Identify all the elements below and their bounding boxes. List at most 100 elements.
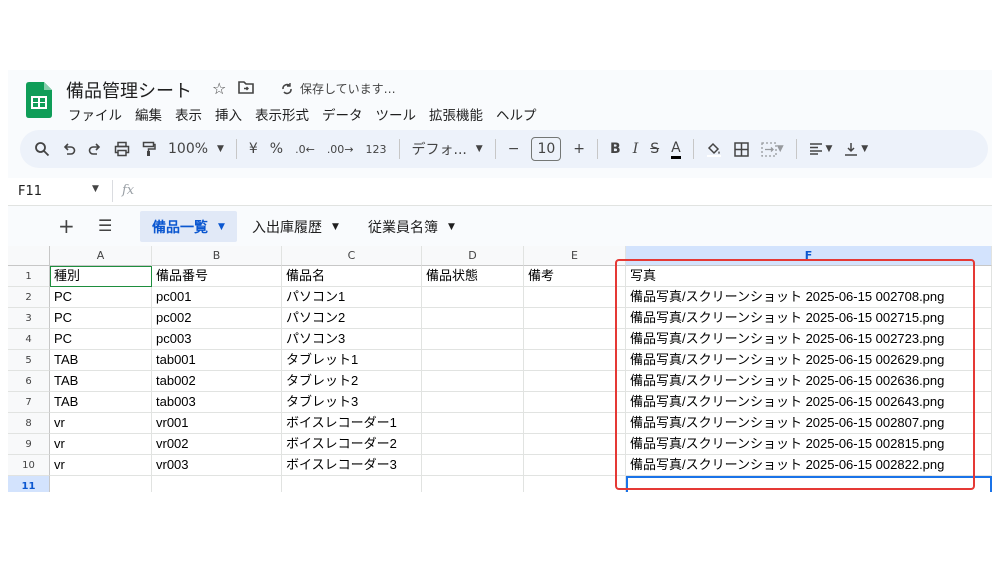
- cell-d2[interactable]: [422, 287, 524, 308]
- cell-e3[interactable]: [524, 308, 626, 329]
- chevron-down-icon[interactable]: ▼: [448, 222, 455, 232]
- cell-b11[interactable]: [152, 476, 282, 492]
- font-select[interactable]: デフォ... ▼: [412, 136, 483, 162]
- cell-a9[interactable]: vr: [50, 434, 152, 455]
- cell-c2[interactable]: パソコン1: [282, 287, 422, 308]
- cell-e1[interactable]: 備考: [524, 266, 626, 287]
- cell-d5[interactable]: [422, 350, 524, 371]
- document-title[interactable]: 備品管理シート: [66, 77, 192, 103]
- vertical-align-icon[interactable]: ▼: [844, 136, 868, 162]
- menu-view[interactable]: 表示: [175, 104, 202, 124]
- redo-icon[interactable]: [88, 136, 102, 162]
- cell-d9[interactable]: [422, 434, 524, 455]
- cell-e6[interactable]: [524, 371, 626, 392]
- menu-insert[interactable]: 挿入: [215, 104, 242, 124]
- menu-tools[interactable]: ツール: [376, 104, 417, 124]
- cell-a3[interactable]: PC: [50, 308, 152, 329]
- row-header[interactable]: 1: [8, 266, 50, 287]
- star-icon[interactable]: ☆: [212, 79, 226, 98]
- currency-format-button[interactable]: ¥: [249, 136, 258, 162]
- move-folder-icon[interactable]: [238, 79, 255, 98]
- borders-icon[interactable]: [733, 136, 749, 162]
- chevron-down-icon[interactable]: ▼: [218, 222, 225, 232]
- cell-b9[interactable]: vr002: [152, 434, 282, 455]
- cell-d4[interactable]: [422, 329, 524, 350]
- chevron-down-icon[interactable]: ▼: [92, 184, 99, 194]
- cell-b6[interactable]: tab002: [152, 371, 282, 392]
- paint-format-icon[interactable]: [142, 136, 156, 162]
- column-header-c[interactable]: C: [282, 246, 422, 266]
- cell-a10[interactable]: vr: [50, 455, 152, 476]
- text-color-button[interactable]: A: [671, 139, 681, 159]
- row-header[interactable]: 8: [8, 413, 50, 434]
- row-header[interactable]: 5: [8, 350, 50, 371]
- row-header[interactable]: 4: [8, 329, 50, 350]
- zoom-select[interactable]: 100% ▼: [168, 136, 224, 162]
- cell-b7[interactable]: tab003: [152, 392, 282, 413]
- cell-b5[interactable]: tab001: [152, 350, 282, 371]
- cell-a7[interactable]: TAB: [50, 392, 152, 413]
- menu-extensions[interactable]: 拡張機能: [429, 104, 483, 124]
- cell-e4[interactable]: [524, 329, 626, 350]
- cell-d1[interactable]: 備品状態: [422, 266, 524, 287]
- menu-data[interactable]: データ: [322, 104, 363, 124]
- cell-e11[interactable]: [524, 476, 626, 492]
- undo-icon[interactable]: [62, 136, 76, 162]
- cell-c6[interactable]: タブレット2: [282, 371, 422, 392]
- cell-c10[interactable]: ボイスレコーダー3: [282, 455, 422, 476]
- cell-c4[interactable]: パソコン3: [282, 329, 422, 350]
- cell-b1[interactable]: 備品番号: [152, 266, 282, 287]
- cell-c1[interactable]: 備品名: [282, 266, 422, 287]
- font-size-input[interactable]: 10: [531, 137, 562, 161]
- select-all-corner[interactable]: [8, 246, 50, 266]
- font-size-increase-button[interactable]: +: [573, 136, 585, 162]
- cell-b8[interactable]: vr001: [152, 413, 282, 434]
- cell-e10[interactable]: [524, 455, 626, 476]
- column-header-b[interactable]: B: [152, 246, 282, 266]
- menu-file[interactable]: ファイル: [68, 104, 122, 124]
- strikethrough-button[interactable]: S: [650, 136, 659, 162]
- cell-c11[interactable]: [282, 476, 422, 492]
- cell-c8[interactable]: ボイスレコーダー1: [282, 413, 422, 434]
- cell-c9[interactable]: ボイスレコーダー2: [282, 434, 422, 455]
- tab-sheet-employees[interactable]: 従業員名簿 ▼: [356, 211, 467, 242]
- cell-c7[interactable]: タブレット3: [282, 392, 422, 413]
- cell-e8[interactable]: [524, 413, 626, 434]
- merge-cells-icon[interactable]: ▼: [761, 136, 784, 162]
- percent-format-button[interactable]: %: [270, 136, 283, 162]
- column-header-e[interactable]: E: [524, 246, 626, 266]
- row-header[interactable]: 7: [8, 392, 50, 413]
- column-header-a[interactable]: A: [50, 246, 152, 266]
- cell-a11[interactable]: [50, 476, 152, 492]
- cell-d7[interactable]: [422, 392, 524, 413]
- cell-a2[interactable]: PC: [50, 287, 152, 308]
- add-sheet-icon[interactable]: +: [58, 214, 75, 238]
- row-header[interactable]: 10: [8, 455, 50, 476]
- increase-decimal-button[interactable]: .00 →: [327, 136, 354, 162]
- cell-a6[interactable]: TAB: [50, 371, 152, 392]
- menu-format[interactable]: 表示形式: [255, 104, 309, 124]
- cell-e2[interactable]: [524, 287, 626, 308]
- bold-button[interactable]: B: [610, 136, 621, 162]
- row-header[interactable]: 2: [8, 287, 50, 308]
- cell-a5[interactable]: TAB: [50, 350, 152, 371]
- all-sheets-icon[interactable]: ☰: [98, 216, 112, 235]
- search-menus-icon[interactable]: [34, 136, 50, 162]
- fill-color-icon[interactable]: [706, 136, 722, 162]
- cell-b2[interactable]: pc001: [152, 287, 282, 308]
- sheets-logo-icon[interactable]: [26, 82, 52, 118]
- cell-d11[interactable]: [422, 476, 524, 492]
- more-formats-button[interactable]: 123: [366, 136, 387, 162]
- cell-d3[interactable]: [422, 308, 524, 329]
- cell-d10[interactable]: [422, 455, 524, 476]
- row-header[interactable]: 6: [8, 371, 50, 392]
- cell-b4[interactable]: pc003: [152, 329, 282, 350]
- row-header[interactable]: 11: [8, 476, 50, 492]
- cell-b3[interactable]: pc002: [152, 308, 282, 329]
- decrease-decimal-button[interactable]: .0 ←: [295, 136, 315, 162]
- name-box[interactable]: F11: [18, 184, 42, 199]
- italic-button[interactable]: I: [633, 136, 639, 162]
- cell-e7[interactable]: [524, 392, 626, 413]
- row-header[interactable]: 9: [8, 434, 50, 455]
- menu-edit[interactable]: 編集: [135, 104, 162, 124]
